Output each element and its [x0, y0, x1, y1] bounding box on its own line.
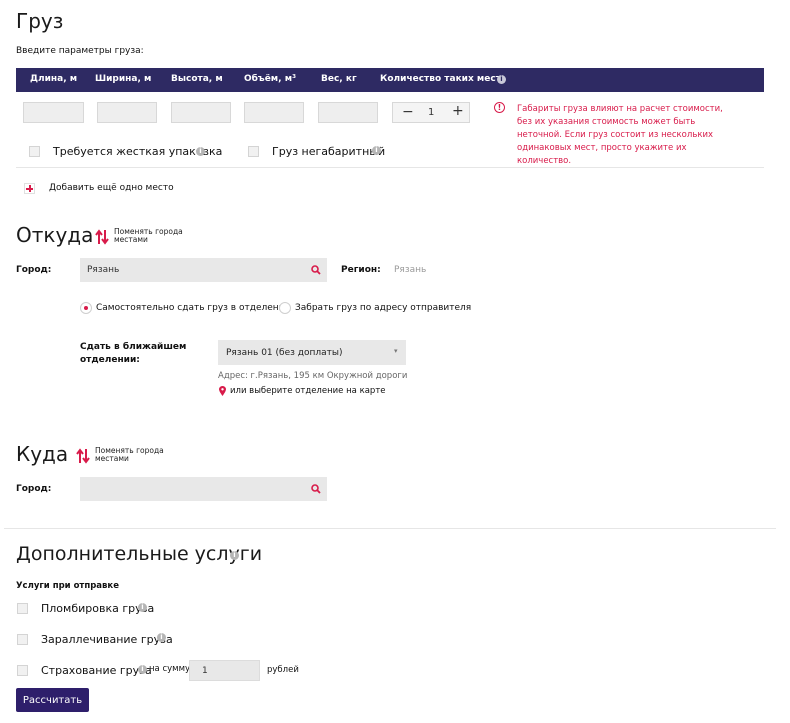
palletizing-info-icon[interactable]: i	[157, 633, 166, 642]
cargo-divider	[16, 167, 764, 168]
width-input[interactable]	[97, 102, 157, 123]
col-width: Ширина, м	[95, 74, 152, 84]
palletizing-checkbox[interactable]	[17, 634, 28, 645]
height-input[interactable]	[171, 102, 231, 123]
col-height: Высота, м	[171, 74, 223, 84]
from-city-input[interactable]: Рязань	[80, 258, 327, 282]
map-pin-icon	[219, 386, 226, 396]
add-place-link[interactable]: Добавить ещё одно место	[49, 183, 174, 193]
insurance-info-icon[interactable]: i	[138, 665, 147, 674]
quantity-plus-button[interactable]: +	[452, 103, 464, 119]
col-length: Длина, м	[30, 74, 78, 84]
col-quantity: Количество таких мест	[380, 74, 501, 84]
from-title: Откуда	[16, 223, 94, 247]
volume-input[interactable]	[244, 102, 304, 123]
insurance-currency: рублей	[267, 665, 299, 675]
oversized-info-icon[interactable]: i	[372, 146, 381, 155]
quantity-value[interactable]: 1	[428, 107, 434, 118]
from-city-label: Город:	[16, 265, 52, 275]
region-label: Регион:	[341, 265, 381, 275]
insurance-sum-value: 1	[202, 666, 208, 676]
length-input[interactable]	[23, 102, 84, 123]
chevron-down-icon: ▾	[394, 347, 398, 355]
col-volume: Объём, м³	[244, 74, 297, 84]
cargo-title: Груз	[16, 9, 64, 33]
insurance-label: Страхование груза	[41, 664, 152, 677]
col-weight: Вес, кг	[321, 74, 357, 84]
radio-self-dropoff[interactable]	[80, 302, 92, 314]
quantity-minus-button[interactable]: −	[402, 104, 414, 120]
rigid-packaging-info-icon[interactable]: i	[196, 147, 205, 156]
radio-pickup-label[interactable]: Забрать груз по адресу отправителя	[295, 303, 471, 313]
swap-cities-link[interactable]: Поменять города местами	[114, 228, 184, 244]
sealing-checkbox[interactable]	[17, 603, 28, 614]
extra-section-title: Услуги при отправке	[16, 581, 119, 591]
map-link[interactable]: или выберите отделение на карте	[230, 386, 386, 396]
add-place-icon[interactable]	[24, 183, 35, 194]
oversized-checkbox[interactable]	[248, 146, 259, 157]
to-city-label: Город:	[16, 484, 52, 494]
palletizing-label: Заpaллечивание груза	[41, 633, 173, 646]
section-divider	[4, 528, 776, 529]
swap-cities-icon[interactable]	[76, 448, 90, 464]
extra-info-icon[interactable]: i	[230, 551, 239, 560]
search-icon[interactable]	[311, 484, 321, 494]
calculate-button[interactable]: Рассчитать	[16, 688, 89, 712]
region-value: Рязань	[394, 265, 427, 275]
swap-cities-icon[interactable]	[95, 229, 109, 245]
cargo-table-header: Длина, м Ширина, м Высота, м Объём, м³ В…	[16, 68, 764, 92]
branch-address: Адрес: г.Рязань, 195 км Окружной дороги	[218, 371, 408, 381]
swap-cities-link-to[interactable]: Поменять города местами	[95, 447, 165, 463]
rigid-packaging-checkbox[interactable]	[29, 146, 40, 157]
insurance-sum-label: на сумму	[149, 664, 191, 674]
to-title: Куда	[16, 442, 69, 466]
radio-self-dropoff-label[interactable]: Самостоятельно сдать груз в отделении	[96, 303, 290, 313]
radio-pickup[interactable]	[279, 302, 291, 314]
weight-input[interactable]	[318, 102, 378, 123]
cargo-subtitle: Введите параметры груза:	[16, 46, 144, 56]
insurance-sum-input[interactable]: 1	[189, 660, 260, 681]
branch-label: Сдать в ближайшем отделении:	[80, 342, 187, 365]
branch-select[interactable]: Рязань 01 (без доплаты) ▾	[218, 340, 406, 365]
oversized-label: Груз негабаритный	[272, 145, 386, 158]
warning-icon: !	[494, 102, 505, 113]
insurance-checkbox[interactable]	[17, 665, 28, 676]
quantity-info-icon[interactable]: i	[497, 75, 506, 84]
quantity-stepper[interactable]: − 1 +	[392, 102, 470, 123]
dimensions-warning: Габариты груза влияют на расчет стоимост…	[517, 104, 723, 166]
extra-title: Дополнительные услуги	[16, 543, 263, 565]
branch-selected: Рязань 01 (без доплаты)	[226, 348, 343, 358]
from-city-value: Рязань	[87, 265, 120, 275]
to-city-input[interactable]	[80, 477, 327, 501]
sealing-info-icon[interactable]: i	[138, 603, 147, 612]
search-icon[interactable]	[311, 265, 321, 275]
